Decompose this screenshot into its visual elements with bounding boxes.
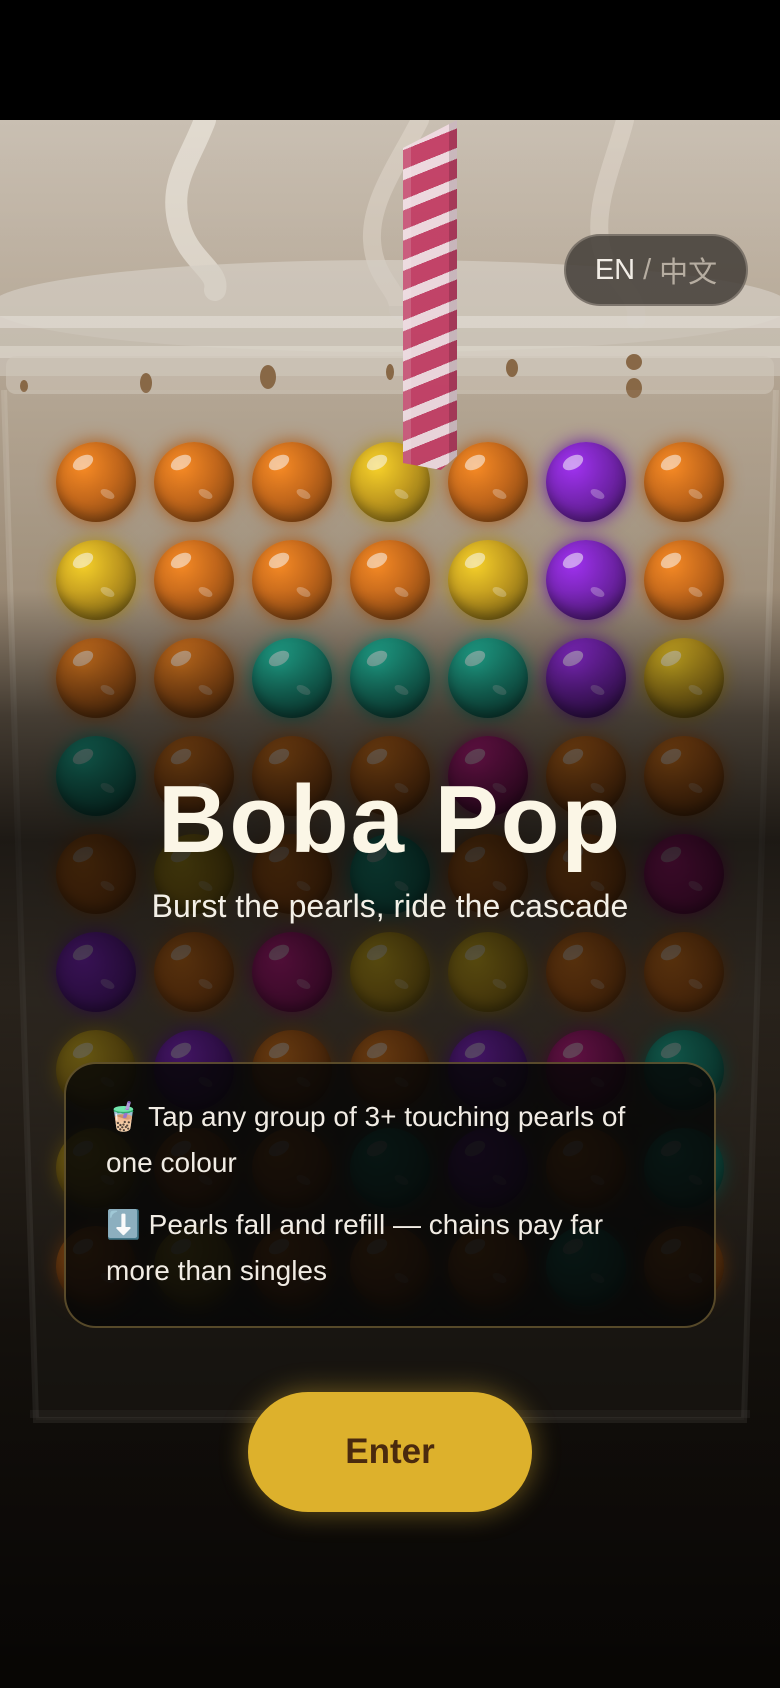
enter-button[interactable]: Enter — [248, 1392, 532, 1512]
rule-cascade: ⬇️ Pearls fall and refill — chains pay f… — [106, 1209, 604, 1286]
game-title: Boba Pop — [158, 766, 622, 873]
game-subtitle: Burst the pearls, ride the cascade — [151, 888, 629, 924]
lang-zh[interactable]: 中文 — [659, 249, 717, 291]
language-toggle[interactable]: EN / 中文 — [564, 234, 748, 306]
lang-en[interactable]: EN — [595, 254, 635, 287]
lang-separator: / — [643, 253, 652, 286]
rule-tap: 🧋 Tap any group of 3+ touching pearls of… — [106, 1101, 626, 1178]
rules-card: 🧋 Tap any group of 3+ touching pearls of… — [64, 1062, 716, 1328]
game-screen: EN / 中文 Boba Pop Burst the pearls, ride … — [0, 0, 780, 1688]
